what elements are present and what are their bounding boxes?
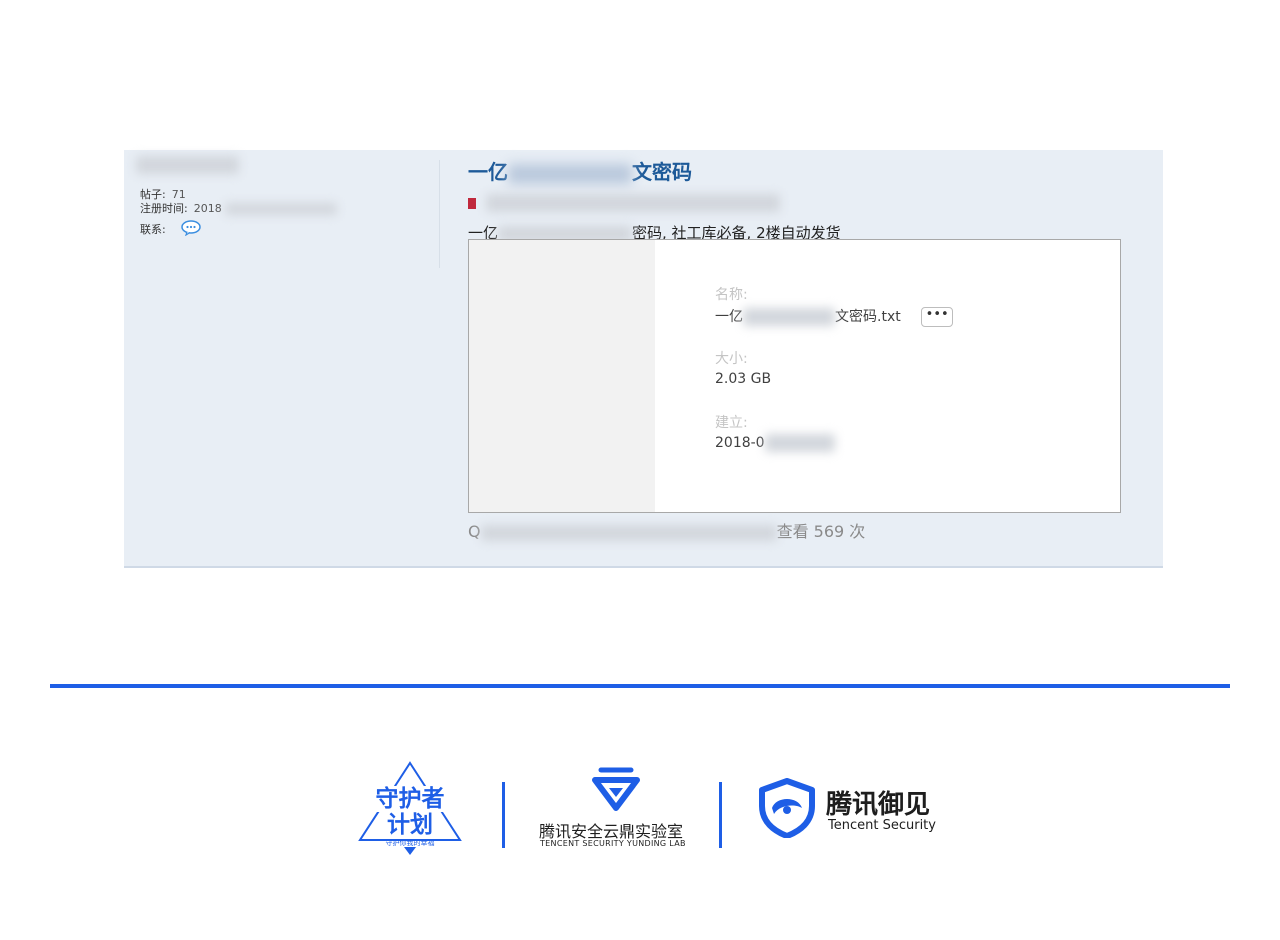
chat-bubble-icon[interactable] xyxy=(181,220,201,240)
guardian-plan-logo: 守护者 计划 守护你我的幸福 xyxy=(356,760,464,856)
cloud-emblem-icon xyxy=(592,767,640,811)
file-name-redacted xyxy=(743,308,835,326)
username-redacted[interactable] xyxy=(136,156,239,174)
post-footer: Q 查看 569 次 xyxy=(468,522,866,541)
more-options-button[interactable]: ••• xyxy=(921,307,954,327)
logo-divider xyxy=(502,782,505,848)
attachment-redacted xyxy=(486,194,780,212)
partner-logos: 守护者 计划 守护你我的幸福 腾讯安全云鼎实验室 TENCENT SECURIT… xyxy=(0,760,1280,860)
logo-divider xyxy=(719,782,722,848)
created-value: 2018-0 xyxy=(715,434,835,452)
size-label: 大小: xyxy=(715,351,748,367)
contact-row: 联系: xyxy=(140,220,201,240)
forum-post: 帖子: 71 注册时间: 2018 联系: 一亿 文密码 一亿 密码, 社工库必… xyxy=(124,150,1163,568)
yunding-lab-logo: 腾讯安全云鼎实验室 TENCENT SECURITY YUNDING LAB xyxy=(536,760,696,856)
created-label: 建立: xyxy=(715,415,748,431)
view-count: 查看 569 次 xyxy=(776,522,866,541)
file-name-value: 一亿 文密码.txt ••• xyxy=(715,306,954,327)
title-redacted xyxy=(508,163,632,184)
size-value: 2.03 GB xyxy=(715,371,772,387)
created-date-redacted xyxy=(764,434,835,452)
tencent-security-logo: 腾讯御见 Tencent Security xyxy=(758,778,938,842)
attachment-row[interactable] xyxy=(468,192,780,214)
file-icon xyxy=(468,197,476,209)
post-count: 帖子: 71 xyxy=(140,188,186,201)
file-properties-panel: 名称: 一亿 文密码.txt ••• 大小: 2.03 GB 建立: 2018-0 xyxy=(468,239,1121,513)
column-divider xyxy=(439,160,440,268)
footer-redacted xyxy=(480,524,777,541)
section-separator xyxy=(50,684,1230,688)
name-label: 名称: xyxy=(715,287,748,303)
registration-date-redacted xyxy=(225,203,338,215)
post-title[interactable]: 一亿 文密码 xyxy=(468,156,692,185)
user-info-panel: 帖子: 71 注册时间: 2018 联系: xyxy=(124,150,436,566)
registration-date: 注册时间: 2018 xyxy=(140,202,338,216)
properties-preview-area xyxy=(469,240,655,512)
shield-icon xyxy=(759,778,815,838)
